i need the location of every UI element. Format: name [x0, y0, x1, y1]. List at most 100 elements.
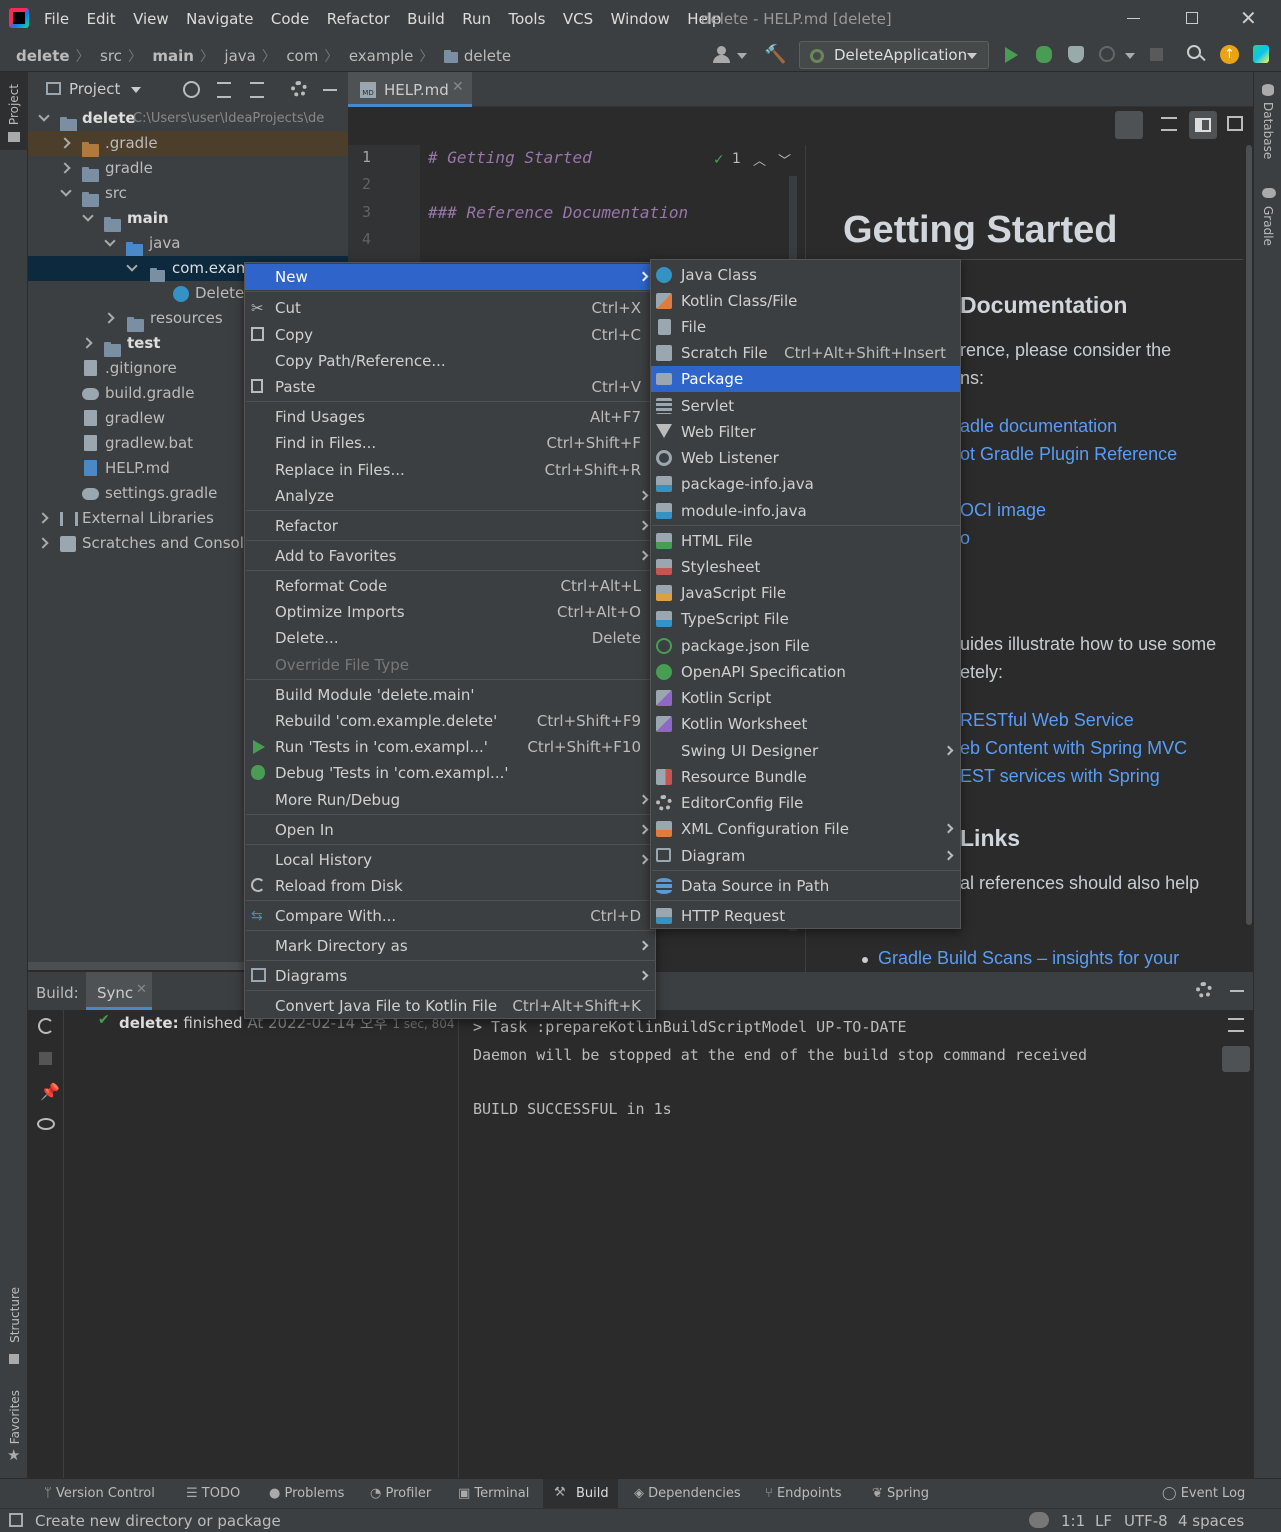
expand-all-icon[interactable] — [217, 82, 231, 98]
new-http-request[interactable]: HTTP Request — [651, 903, 960, 929]
menu-code[interactable]: Code — [271, 10, 309, 28]
menu-item-copy-path[interactable]: Copy Path/Reference... — [245, 348, 655, 374]
prev-highlight-icon[interactable]: ︿ — [753, 150, 766, 169]
coverage-icon[interactable] — [1068, 46, 1084, 63]
breadcrumb-src[interactable]: src — [100, 47, 122, 65]
tree-item-delete[interactable]: delete C:\Users\user\IdeaProjects\de — [28, 106, 348, 132]
new-kotlin-class[interactable]: Kotlin Class/File — [651, 288, 960, 314]
menu-item-optimize-imports[interactable]: Optimize Imports Ctrl+Alt+O — [245, 599, 655, 625]
new-web-listener[interactable]: Web Listener — [651, 445, 960, 471]
chevron-down-icon[interactable] — [104, 235, 116, 247]
menu-item-more-run-debug[interactable]: More Run/Debug — [245, 787, 655, 813]
hammer-build-icon[interactable]: 🔨 — [764, 44, 786, 65]
breadcrumb-java[interactable]: java — [224, 47, 255, 65]
breadcrumb-example[interactable]: example — [349, 47, 414, 65]
search-icon[interactable] — [1187, 45, 1201, 59]
tab-help-md[interactable]: MD HELP.md ✕ — [348, 72, 472, 107]
chevron-right-icon[interactable] — [81, 337, 93, 349]
eye-icon[interactable] — [37, 1118, 55, 1130]
code-line-3[interactable]: ### Reference Documentation — [428, 203, 688, 222]
tab-profiler[interactable]: ◔ Profiler — [370, 1486, 431, 1501]
new-servlet[interactable]: Servlet — [651, 393, 960, 419]
tree-item-main[interactable]: main — [28, 206, 348, 232]
locate-target-icon[interactable] — [183, 81, 200, 98]
chevron-right-icon[interactable] — [37, 537, 49, 549]
gradle-tool-tab[interactable]: Gradle — [1261, 206, 1275, 246]
split-view-icon[interactable] — [1189, 111, 1217, 139]
preview-link-mvc[interactable]: eb Content with Spring MVC — [960, 738, 1187, 759]
chevron-down-icon[interactable] — [82, 210, 94, 222]
project-tool-tab[interactable]: Project — [0, 72, 28, 150]
tree-item-dot-gradle[interactable]: .gradle — [28, 131, 348, 157]
breadcrumb-delete-package[interactable]: delete — [464, 47, 511, 65]
menu-item-reformat-code[interactable]: Reformat Code Ctrl+Alt+L — [245, 573, 655, 599]
new-resource-bundle[interactable]: Resource Bundle — [651, 764, 960, 790]
new-typescript-file[interactable]: TypeScript File — [651, 606, 960, 632]
pin-icon[interactable]: 📌 — [40, 1082, 60, 1101]
menu-item-reload-from-disk[interactable]: Reload from Disk — [245, 873, 655, 899]
menu-item-local-history[interactable]: Local History — [245, 847, 655, 873]
menu-item-convert-to-kotlin[interactable]: Convert Java File to Kotlin File Ctrl+Alt… — [245, 993, 655, 1019]
menu-edit[interactable]: Edit — [87, 10, 116, 28]
debug-icon[interactable] — [1036, 46, 1052, 63]
run-icon[interactable] — [1005, 47, 1018, 63]
maximize-button[interactable] — [1186, 12, 1198, 24]
chevron-right-icon[interactable] — [103, 312, 115, 324]
menu-item-open-in[interactable]: Open In — [245, 817, 655, 843]
tab-version-control[interactable]: ᛘ Version Control — [44, 1486, 155, 1501]
new-kotlin-script[interactable]: Kotlin Script — [651, 685, 960, 711]
tab-todo[interactable]: ☰ TODO — [186, 1486, 240, 1501]
preview-link-oci[interactable]: OCI image — [960, 500, 1046, 521]
menu-item-replace-in-files[interactable]: Replace in Files... Ctrl+Shift+R — [245, 457, 655, 483]
code-line-1[interactable]: # Getting Started — [428, 148, 592, 167]
chevron-right-icon[interactable] — [59, 162, 71, 174]
rerun-icon[interactable] — [38, 1018, 54, 1034]
tree-item-java[interactable]: java — [28, 231, 348, 257]
user-icon[interactable] — [712, 46, 734, 64]
minimize-button[interactable] — [1127, 18, 1140, 19]
preview-link-build-scans[interactable]: Gradle Build Scans – insights for your — [878, 948, 1179, 969]
menu-file[interactable]: File — [44, 10, 69, 28]
menu-item-analyze[interactable]: Analyze — [245, 483, 655, 509]
soft-wrap-icon[interactable] — [1228, 1018, 1244, 1032]
close-tab-icon[interactable]: ✕ — [136, 982, 147, 997]
preview-link-gradle-docs[interactable]: adle documentation — [960, 416, 1117, 437]
new-stylesheet[interactable]: Stylesheet — [651, 554, 960, 580]
tree-item-src[interactable]: src — [28, 181, 348, 207]
stop-build-icon[interactable] — [39, 1052, 52, 1065]
menu-item-find-usages[interactable]: Find Usages Alt+F7 — [245, 404, 655, 430]
new-scratch-file[interactable]: Scratch File Ctrl+Alt+Shift+Insert — [651, 340, 960, 366]
new-kotlin-worksheet[interactable]: Kotlin Worksheet — [651, 711, 960, 737]
menu-run[interactable]: Run — [462, 10, 491, 28]
menu-item-refactor[interactable]: Refactor — [245, 513, 655, 539]
menu-tools[interactable]: Tools — [508, 10, 545, 28]
new-data-source[interactable]: Data Source in Path — [651, 873, 960, 899]
new-package-json[interactable]: package.json File — [651, 633, 960, 659]
menu-item-build-module[interactable]: Build Module 'delete.main' — [245, 682, 655, 708]
menu-view[interactable]: View — [133, 10, 169, 28]
menu-vcs[interactable]: VCS — [563, 10, 593, 28]
menu-window[interactable]: Window — [611, 10, 670, 28]
tab-build[interactable]: ⚒ Build — [543, 1479, 618, 1509]
new-package-info[interactable]: package-info.java — [651, 471, 960, 497]
preview-link-rest[interactable]: RESTful Web Service — [960, 710, 1134, 731]
hide-panel-icon[interactable] — [1230, 990, 1244, 992]
menu-build[interactable]: Build — [407, 10, 445, 28]
menu-item-debug-tests[interactable]: Debug 'Tests in 'com.exampl...' — [245, 760, 655, 786]
chevron-down-icon[interactable] — [737, 53, 747, 59]
menu-item-mark-directory[interactable]: Mark Directory as — [245, 933, 655, 959]
tab-problems[interactable]: ● Problems — [269, 1486, 344, 1501]
file-encoding[interactable]: UTF-8 — [1124, 1512, 1168, 1530]
menu-item-rebuild[interactable]: Rebuild 'com.example.delete' Ctrl+Shift+F… — [245, 708, 655, 734]
tab-spring[interactable]: ❦ Spring — [872, 1486, 929, 1501]
menu-item-find-in-files[interactable]: Find in Files... Ctrl+Shift+F — [245, 430, 655, 456]
caret-position[interactable]: 1:1 — [1061, 1512, 1085, 1530]
new-xml-config[interactable]: XML Configuration File — [651, 816, 960, 842]
background-tasks-icon[interactable] — [1029, 1512, 1049, 1528]
new-module-info[interactable]: module-info.java — [651, 498, 960, 524]
close-tab-icon[interactable]: ✕ — [452, 79, 464, 95]
sync-scroll-icon[interactable] — [1115, 111, 1143, 139]
preview-scrollbar[interactable] — [1246, 145, 1252, 925]
chevron-down-icon[interactable] — [131, 87, 141, 93]
breadcrumb-delete[interactable]: delete — [16, 47, 70, 65]
